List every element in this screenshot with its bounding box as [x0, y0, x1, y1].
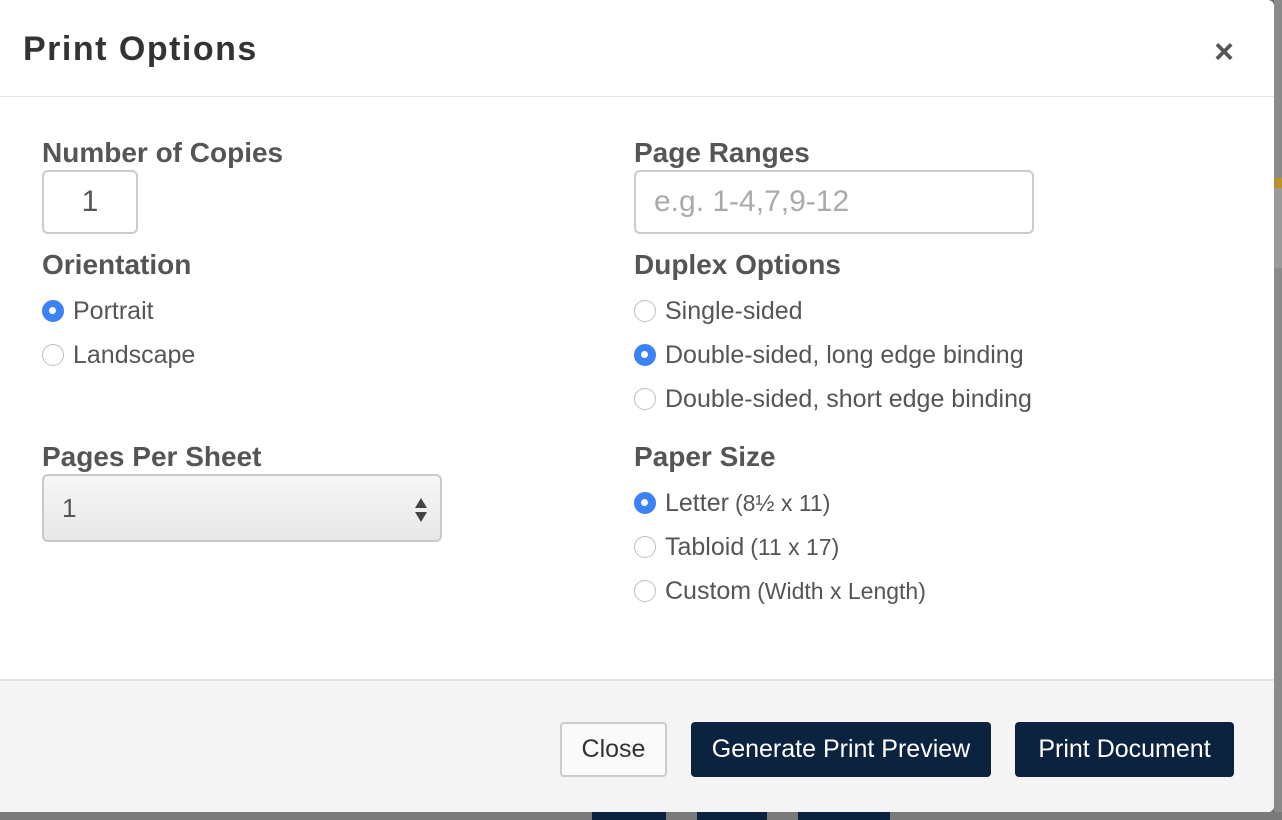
- pages-per-sheet-select[interactable]: 1: [42, 474, 442, 542]
- duplex-option-long-edge[interactable]: Double-sided, long edge binding: [634, 340, 1024, 370]
- background-accent-bar: [1274, 178, 1282, 188]
- radio-label: Landscape: [73, 340, 196, 369]
- duplex-label: Duplex Options: [634, 249, 841, 280]
- radio-label: Tabloid: [665, 532, 745, 561]
- background-page-edge: [1274, 0, 1282, 820]
- radio-label: Single-sided: [665, 296, 803, 325]
- background-button: [697, 812, 767, 820]
- duplex-option-short-edge[interactable]: Double-sided, short edge binding: [634, 384, 1032, 414]
- radio-label: Double-sided, short edge binding: [665, 384, 1032, 413]
- paper-size-option-tabloid[interactable]: Tabloid (11 x 17): [634, 532, 839, 562]
- orientation-label: Orientation: [42, 249, 192, 280]
- paper-size-option-custom[interactable]: Custom (Width x Length): [634, 576, 926, 606]
- radio-icon[interactable]: [634, 580, 656, 602]
- radio-icon[interactable]: [634, 388, 656, 410]
- background-panel: [1274, 188, 1282, 268]
- page-ranges-input[interactable]: [634, 170, 1034, 234]
- page-ranges-label: Page Ranges: [634, 137, 810, 168]
- dialog-body: Number of Copies 1 Page Ranges Orientati…: [0, 97, 1274, 679]
- close-icon[interactable]: ×: [1206, 30, 1242, 74]
- orientation-option-portrait[interactable]: Portrait: [42, 296, 154, 326]
- background-button: [592, 812, 666, 820]
- radio-selected-icon[interactable]: [634, 344, 656, 366]
- radio-label: Portrait: [73, 296, 154, 325]
- radio-icon[interactable]: [42, 344, 64, 366]
- orientation-option-landscape[interactable]: Landscape: [42, 340, 195, 370]
- duplex-option-single[interactable]: Single-sided: [634, 296, 803, 326]
- dialog-footer: Close Generate Print Preview Print Docum…: [0, 679, 1274, 812]
- copies-input[interactable]: 1: [42, 170, 138, 234]
- copies-label: Number of Copies: [42, 137, 284, 168]
- background-page-bottom: [0, 812, 1282, 820]
- radio-detail: (11 x 17): [750, 533, 840, 560]
- generate-print-preview-button[interactable]: Generate Print Preview: [691, 722, 991, 777]
- print-document-button[interactable]: Print Document: [1015, 722, 1234, 777]
- pages-per-sheet-label: Pages Per Sheet: [42, 441, 262, 472]
- paper-size-label: Paper Size: [634, 441, 776, 472]
- radio-selected-icon[interactable]: [634, 492, 656, 514]
- radio-icon[interactable]: [634, 300, 656, 322]
- dialog-title: Print Options: [23, 30, 258, 68]
- radio-detail: (8½ x 11): [734, 489, 831, 516]
- radio-detail: (Width x Length): [757, 577, 926, 604]
- background-button: [798, 812, 890, 820]
- radio-label: Letter: [665, 488, 729, 517]
- radio-label: Double-sided, long edge binding: [665, 340, 1024, 369]
- select-value: 1: [62, 493, 77, 523]
- close-button[interactable]: Close: [560, 722, 667, 777]
- paper-size-option-letter[interactable]: Letter (8½ x 11): [634, 488, 830, 518]
- print-options-dialog: Print Options × Number of Copies 1 Page …: [0, 0, 1274, 812]
- radio-icon[interactable]: [634, 536, 656, 558]
- radio-selected-icon[interactable]: [42, 300, 64, 322]
- dialog-header: Print Options ×: [0, 0, 1274, 97]
- radio-label: Custom: [665, 576, 752, 605]
- select-arrows-icon: [415, 498, 427, 522]
